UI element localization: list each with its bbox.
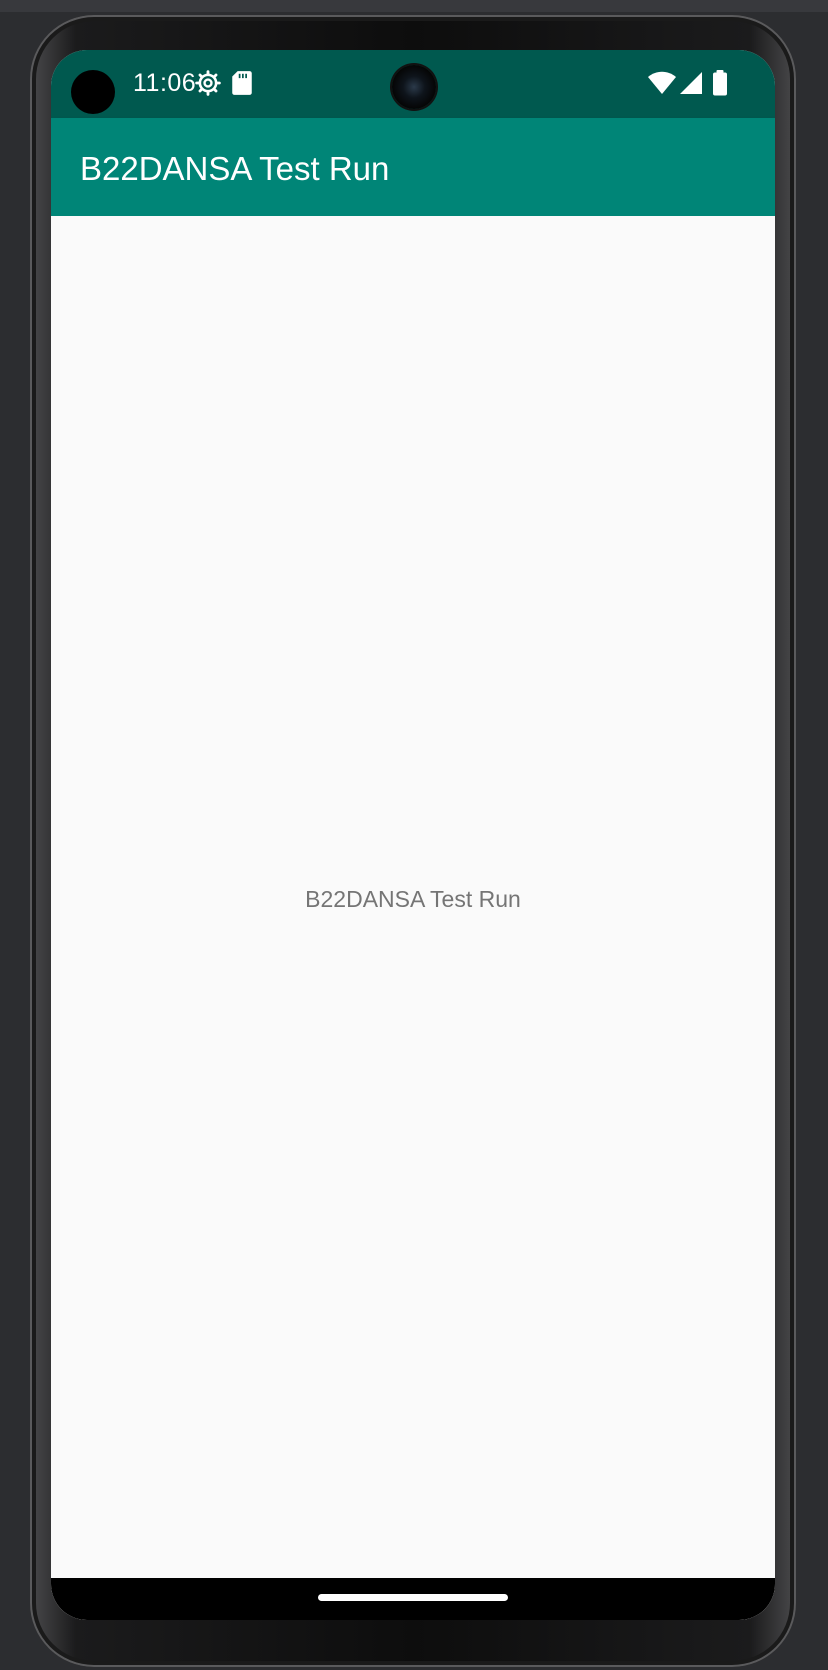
emulator-top-strip [0,0,828,12]
settings-gear-icon [195,70,221,96]
status-time: 11:06 [133,69,197,97]
emulator-stage: 11:06 B22DANSA Test Run B22DANSA Test Ru… [0,0,828,1670]
sd-card-icon [231,70,253,96]
cellular-signal-icon [679,70,703,96]
home-handle[interactable] [318,1594,508,1601]
app-title: B22DANSA Test Run [80,150,390,187]
center-text-view: B22DANSA Test Run [305,886,521,912]
front-camera [392,65,436,109]
status-bar: 11:06 [51,50,775,118]
gesture-navigation-bar [51,1578,775,1620]
wifi-icon [647,70,677,96]
main-content: B22DANSA Test Run [51,216,775,1620]
app-toolbar: B22DANSA Test Run [51,118,775,216]
device-screen: 11:06 B22DANSA Test Run B22DANSA Test Ru… [51,50,775,1620]
battery-icon [712,70,728,96]
status-bar-cutout [71,70,115,114]
